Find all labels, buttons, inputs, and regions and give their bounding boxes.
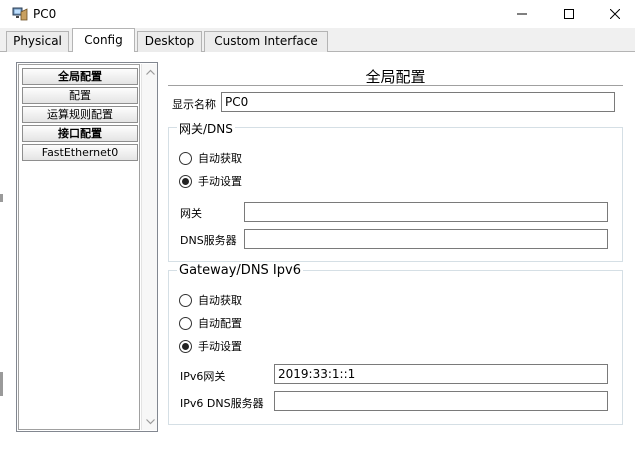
title-bar: PC0 — [0, 0, 635, 28]
radio-button[interactable] — [179, 151, 192, 165]
radio-button[interactable] — [179, 316, 192, 330]
ipv6-dns-server-input[interactable] — [274, 391, 608, 411]
chevron-up-icon — [145, 69, 155, 75]
config-content: 全局配置 配置 运算规则配置 接口配置 FastEthernet0 全局配置 显… — [0, 52, 635, 472]
global-settings-panel: 全局配置 显示名称 网关/DNS 自动获取 手动设置 网关 DNS服务器 Gat… — [168, 52, 623, 427]
ipv6-gateway-input[interactable] — [274, 364, 608, 384]
ipv6-auto-obtain-option[interactable]: 自动获取 — [179, 292, 242, 308]
radio-label: 自动配置 — [198, 317, 242, 330]
ipv6-gateway-label: IPv6网关 — [180, 370, 226, 383]
scroll-up-button[interactable] — [142, 64, 158, 80]
gateway-dns-auto-option[interactable]: 自动获取 — [179, 150, 242, 166]
display-name-input[interactable] — [221, 92, 615, 112]
gateway-dns-ipv6-legend: Gateway/DNS Ipv6 — [177, 263, 303, 278]
close-icon — [610, 9, 620, 19]
nav-scrollbar[interactable] — [141, 64, 157, 430]
radio-button-checked[interactable] — [179, 339, 192, 353]
tab-physical[interactable]: Physical — [6, 31, 69, 52]
radio-label: 手动设置 — [198, 340, 242, 353]
nav-item-fastethernet0[interactable]: FastEthernet0 — [22, 144, 138, 161]
radio-button[interactable] — [179, 293, 192, 307]
nav-item-interface-settings[interactable]: 接口配置 — [22, 125, 138, 142]
tab-custom-interface[interactable]: Custom Interface — [204, 31, 328, 52]
nav-item-global-settings[interactable]: 全局配置 — [22, 68, 138, 85]
nav-item-algorithm-settings[interactable]: 运算规则配置 — [22, 106, 138, 123]
dns-server-input[interactable] — [244, 229, 608, 249]
pc-app-icon — [12, 6, 28, 22]
settings-nav-list: 全局配置 配置 运算规则配置 接口配置 FastEthernet0 — [16, 62, 158, 432]
chevron-down-icon — [145, 419, 155, 425]
gateway-dns-legend: 网关/DNS — [177, 120, 235, 137]
gateway-dns-manual-option[interactable]: 手动设置 — [179, 173, 242, 189]
title-divider — [168, 85, 623, 86]
maximize-icon — [564, 9, 574, 19]
scroll-down-button[interactable] — [142, 414, 158, 430]
minimize-button[interactable] — [499, 0, 545, 28]
window-title: PC0 — [33, 7, 57, 21]
gateway-input[interactable] — [244, 202, 608, 222]
gateway-dns-group: 网关/DNS 自动获取 手动设置 网关 DNS服务器 — [168, 120, 623, 262]
radio-label: 自动获取 — [198, 294, 242, 307]
left-edge-mark — [0, 194, 3, 202]
minimize-icon — [517, 13, 527, 15]
gateway-label: 网关 — [180, 207, 202, 220]
tab-desktop[interactable]: Desktop — [137, 31, 202, 52]
radio-button-checked[interactable] — [179, 174, 192, 188]
ipv6-dns-server-label: IPv6 DNS服务器 — [180, 397, 264, 410]
nav-item-settings[interactable]: 配置 — [22, 87, 138, 104]
ipv6-auto-config-option[interactable]: 自动配置 — [179, 315, 242, 331]
radio-label: 自动获取 — [198, 152, 242, 165]
page-title: 全局配置 — [365, 68, 426, 86]
ipv6-manual-option[interactable]: 手动设置 — [179, 338, 242, 354]
radio-label: 手动设置 — [198, 175, 242, 188]
dns-server-label: DNS服务器 — [180, 234, 237, 247]
maximize-button[interactable] — [546, 0, 592, 28]
tab-strip: Physical Config Desktop Custom Interface — [0, 28, 635, 53]
display-name-label: 显示名称 — [172, 98, 216, 111]
tab-config[interactable]: Config — [72, 28, 135, 53]
gateway-dns-ipv6-group: Gateway/DNS Ipv6 自动获取 自动配置 手动设置 IPv6网关 I… — [168, 263, 623, 425]
left-edge-mark — [0, 372, 3, 396]
close-button[interactable] — [592, 0, 635, 28]
settings-nav-items: 全局配置 配置 运算规则配置 接口配置 FastEthernet0 — [18, 64, 140, 430]
